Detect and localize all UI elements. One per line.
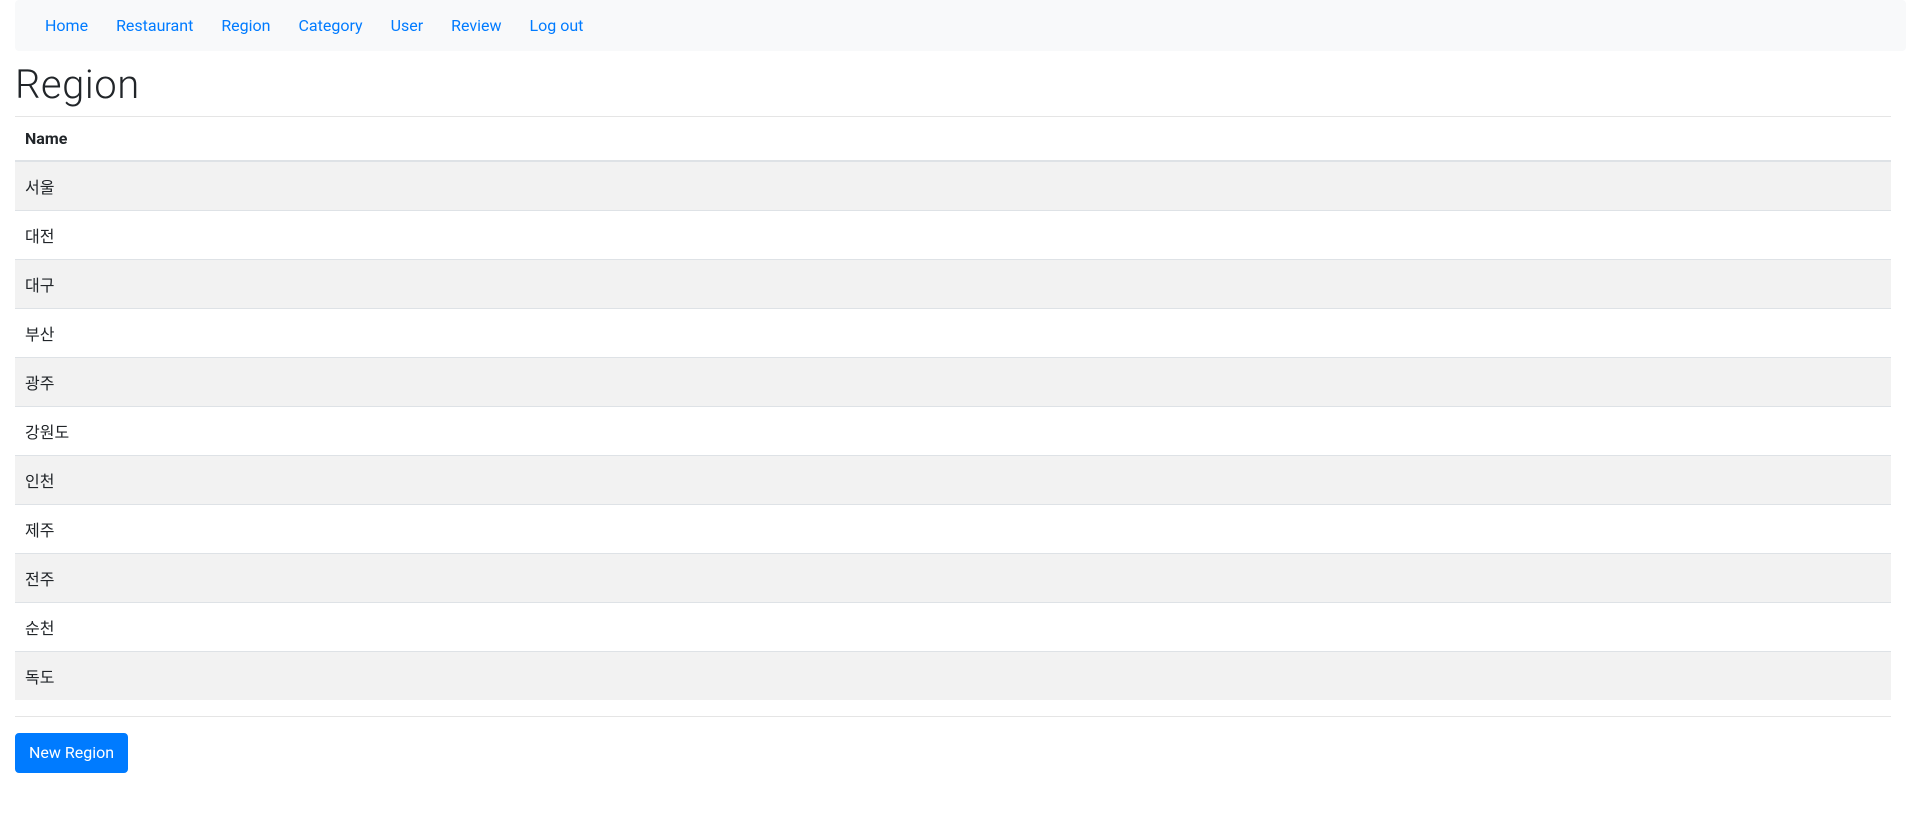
nav-review[interactable]: Review — [437, 8, 515, 43]
cell-name: 독도 — [15, 652, 1891, 701]
cell-name: 전주 — [15, 554, 1891, 603]
cell-name: 부산 — [15, 309, 1891, 358]
nav-user[interactable]: User — [377, 8, 438, 43]
col-name: Name — [15, 117, 1891, 161]
table-row: 서울 — [15, 161, 1891, 211]
navbar: Home Restaurant Region Category User Rev… — [15, 0, 1906, 51]
table-row: 순천 — [15, 603, 1891, 652]
nav-logout[interactable]: Log out — [516, 8, 598, 43]
cell-name: 대전 — [15, 211, 1891, 260]
nav-region[interactable]: Region — [207, 8, 284, 43]
page-title: Region — [15, 61, 1891, 108]
table-row: 인천 — [15, 456, 1891, 505]
table-row: 대구 — [15, 260, 1891, 309]
cell-name: 강원도 — [15, 407, 1891, 456]
cell-name: 서울 — [15, 161, 1891, 211]
cell-name: 인천 — [15, 456, 1891, 505]
cell-name: 제주 — [15, 505, 1891, 554]
region-table: Name 서울대전대구부산광주강원도인천제주전주순천독도 — [15, 117, 1891, 700]
table-row: 전주 — [15, 554, 1891, 603]
table-row: 독도 — [15, 652, 1891, 701]
table-row: 광주 — [15, 358, 1891, 407]
new-region-button[interactable]: New Region — [15, 733, 128, 773]
table-header-row: Name — [15, 117, 1891, 161]
cell-name: 순천 — [15, 603, 1891, 652]
cell-name: 광주 — [15, 358, 1891, 407]
nav-list: Home Restaurant Region Category User Rev… — [31, 8, 1890, 43]
nav-category[interactable]: Category — [285, 8, 377, 43]
action-divider — [15, 716, 1891, 717]
nav-restaurant[interactable]: Restaurant — [102, 8, 207, 43]
cell-name: 대구 — [15, 260, 1891, 309]
table-row: 강원도 — [15, 407, 1891, 456]
table-row: 대전 — [15, 211, 1891, 260]
table-row: 제주 — [15, 505, 1891, 554]
table-row: 부산 — [15, 309, 1891, 358]
nav-home[interactable]: Home — [31, 8, 102, 43]
